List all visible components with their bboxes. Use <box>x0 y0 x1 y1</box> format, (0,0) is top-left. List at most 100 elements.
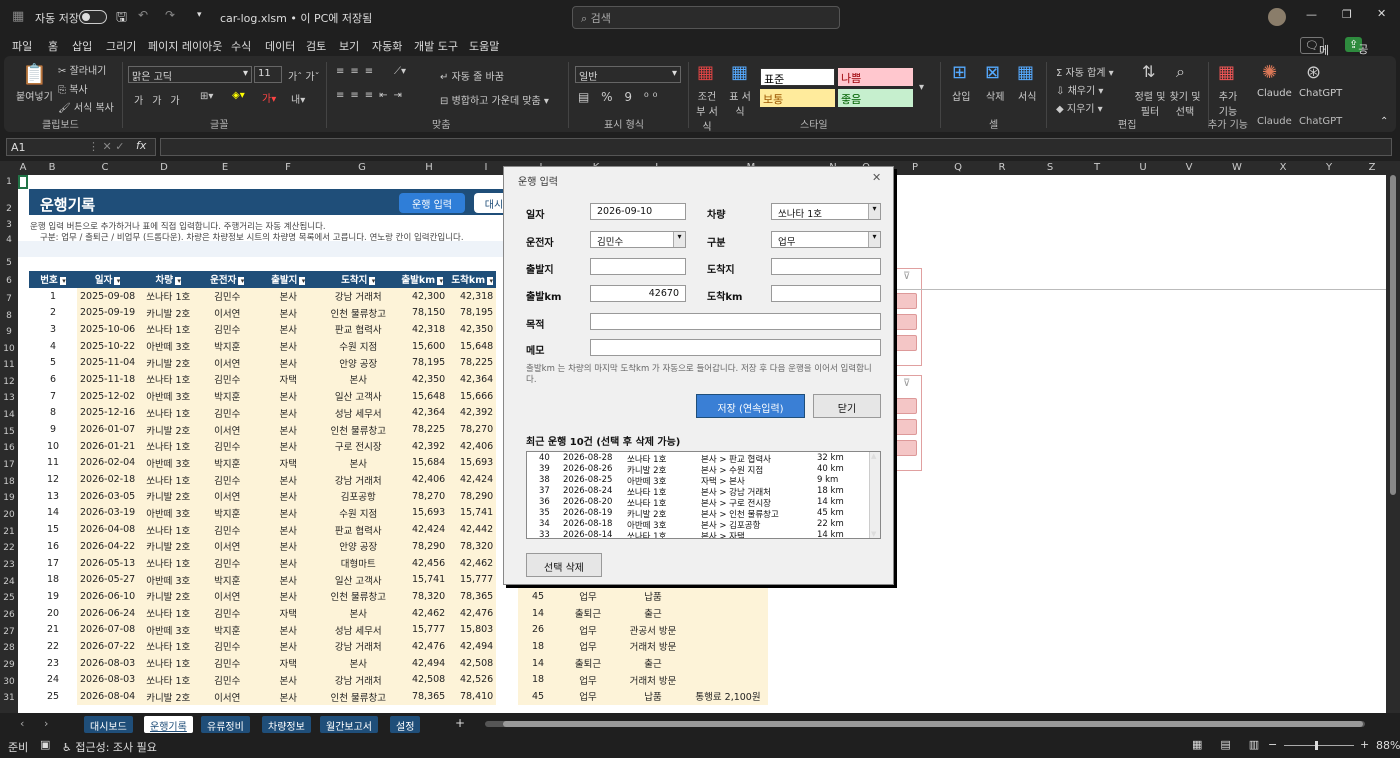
table-cell[interactable]: 78,195 <box>448 304 497 322</box>
number-format-icons[interactable]: ▤ % 9 ⁰⁰ <box>578 90 661 104</box>
table-cell[interactable]: 본사 <box>256 571 321 589</box>
accessibility-status[interactable]: ♿ 접근성: 조사 필요 <box>62 739 157 755</box>
date-input[interactable]: 2026-09-10 <box>590 203 686 220</box>
slicer-item[interactable] <box>891 314 917 330</box>
chatgpt-icon[interactable]: ⊛ <box>1306 62 1321 83</box>
table-cell[interactable]: 42,494 <box>396 654 449 672</box>
table-cell[interactable]: 42,424 <box>396 521 449 538</box>
table-cell[interactable]: 본사 <box>320 654 397 672</box>
zoom-out-icon[interactable]: − <box>1268 738 1277 751</box>
table-cell[interactable]: 2025-11-04 <box>77 354 139 372</box>
table-cell[interactable]: 42,508 <box>448 654 497 672</box>
menu-developer[interactable]: 개발 도구 <box>414 38 458 54</box>
start-km-input[interactable]: 42670 <box>590 285 686 302</box>
sort-filter-button[interactable]: 정렬 및 필터 <box>1133 88 1167 118</box>
column-header[interactable]: T <box>1074 162 1120 173</box>
row-header[interactable]: 25 <box>0 593 18 603</box>
table-cell[interactable]: 쏘나타 1호 <box>138 671 199 689</box>
table-cell[interactable]: 이서연 <box>198 354 257 372</box>
style-normal[interactable]: 표준 <box>760 68 835 86</box>
table-cell[interactable]: 22 <box>29 638 77 655</box>
add-sheet-icon[interactable]: + <box>455 716 465 730</box>
column-header[interactable]: P <box>898 162 932 173</box>
table-cell[interactable]: 김포공항 <box>320 487 397 505</box>
table-cell[interactable]: 카니발 2호 <box>138 304 199 322</box>
table-cell[interactable] <box>688 621 768 639</box>
zoom-thumb[interactable] <box>1315 741 1318 750</box>
column-header[interactable]: Z <box>1354 162 1390 173</box>
table-cell[interactable]: 인천 물류창고 <box>320 688 397 705</box>
table-cell[interactable]: 자택 <box>256 654 321 672</box>
table-cell[interactable]: 78,320 <box>448 538 497 555</box>
h-scroll-thumb[interactable] <box>503 721 1363 727</box>
table-cell[interactable]: 2026-08-03 <box>77 654 139 672</box>
table-cell[interactable]: 본사 <box>256 471 321 488</box>
save-icon[interactable]: 🖫 <box>116 8 127 30</box>
table-cell[interactable]: 수원 지점 <box>320 504 397 522</box>
column-header[interactable]: Q <box>938 162 978 173</box>
table-cell[interactable]: 15,693 <box>396 504 449 522</box>
table-cell[interactable]: 업무 <box>558 688 618 705</box>
table-cell[interactable]: 2026-05-13 <box>77 554 139 572</box>
table-cell[interactable]: 본사 <box>256 304 321 322</box>
table-cell[interactable]: 쏘나타 1호 <box>138 638 199 655</box>
filter-dropdown-icon[interactable]: ▾ <box>369 277 376 286</box>
table-cell[interactable]: 42,476 <box>396 638 449 655</box>
table-cell[interactable]: 본사 <box>256 671 321 689</box>
table-cell[interactable]: 2025-11-18 <box>77 371 139 388</box>
row-header[interactable]: 22 <box>0 543 18 553</box>
table-cell[interactable]: 인천 물류창고 <box>320 588 397 605</box>
table-cell[interactable]: 42,392 <box>396 437 449 455</box>
table-cell[interactable]: 통행료 2,100원 <box>688 688 768 705</box>
table-cell[interactable]: 16 <box>29 538 77 555</box>
table-cell[interactable]: 쏘나타 1호 <box>138 437 199 455</box>
dialog-close-icon[interactable]: ✕ <box>872 171 881 184</box>
slicer-item[interactable] <box>891 419 917 435</box>
table-cell[interactable]: 15,693 <box>448 454 497 472</box>
table-cell[interactable]: 쏘나타 1호 <box>138 287 199 305</box>
table-cell[interactable]: 강남 거래처 <box>320 638 397 655</box>
table-cell[interactable]: 78,270 <box>396 487 449 505</box>
table-cell[interactable]: 15 <box>29 521 77 538</box>
filter-icon[interactable]: ⊽ <box>903 378 910 389</box>
table-cell[interactable]: 42,406 <box>448 437 497 455</box>
menu-help[interactable]: 도움말 <box>469 38 499 54</box>
row-header[interactable]: 21 <box>0 527 18 537</box>
table-cell[interactable]: 2026-03-05 <box>77 487 139 505</box>
style-good[interactable]: 좋음 <box>838 89 913 107</box>
table-cell[interactable]: 업무 <box>558 588 618 605</box>
filter-dropdown-icon[interactable]: ▾ <box>238 277 245 286</box>
formula-buttons[interactable]: ⋮ ✕ ✓ <box>88 140 124 153</box>
table-cell[interactable]: 쏘나타 1호 <box>138 521 199 538</box>
table-cell[interactable] <box>688 638 768 655</box>
sheet-tab[interactable]: 설정 <box>390 716 421 733</box>
table-header-cell[interactable]: 일자 ▾ <box>77 271 139 288</box>
table-cell[interactable]: 2026-04-22 <box>77 538 139 555</box>
save-button[interactable]: 저장 (연속입력) <box>696 394 805 418</box>
table-cell[interactable]: 17 <box>29 554 77 572</box>
table-cell[interactable]: 아반떼 3호 <box>138 337 199 355</box>
row-header[interactable]: 1 <box>0 177 18 187</box>
table-header-cell[interactable]: 도착km ▾ <box>448 271 497 288</box>
filter-dropdown-icon[interactable]: ▾ <box>59 277 66 286</box>
fill-button[interactable]: ⇩ 채우기 ▾ <box>1056 82 1103 97</box>
scroll-down-icon[interactable]: ▼ <box>871 530 876 538</box>
conditional-format-button[interactable]: 조건부 서식 <box>694 88 720 133</box>
addins-icon[interactable]: ▦ <box>1218 62 1235 83</box>
table-cell[interactable]: 2026-06-10 <box>77 588 139 605</box>
font-color-icon[interactable]: 가▾ <box>262 90 276 105</box>
row-header[interactable]: 17 <box>0 460 18 470</box>
vertical-scrollbar[interactable] <box>1386 161 1400 713</box>
view-buttons[interactable]: ▦▤▥ <box>1192 738 1277 751</box>
share-button[interactable]: ⇪ 공유 <box>1345 37 1368 72</box>
table-cell[interactable]: 출근 <box>618 604 688 622</box>
row-header[interactable]: 28 <box>0 643 18 653</box>
table-cell[interactable]: 26 <box>518 621 558 639</box>
end-km-input[interactable] <box>771 285 881 302</box>
slicer-item[interactable] <box>891 293 917 309</box>
table-cell[interactable]: 본사 <box>256 321 321 338</box>
table-cell[interactable]: 2026-04-08 <box>77 521 139 538</box>
menu-page-layout[interactable]: 페이지 레이아웃 <box>148 38 222 54</box>
style-bad[interactable]: 나쁨 <box>838 68 913 86</box>
table-cell[interactable]: 42,526 <box>448 671 497 689</box>
